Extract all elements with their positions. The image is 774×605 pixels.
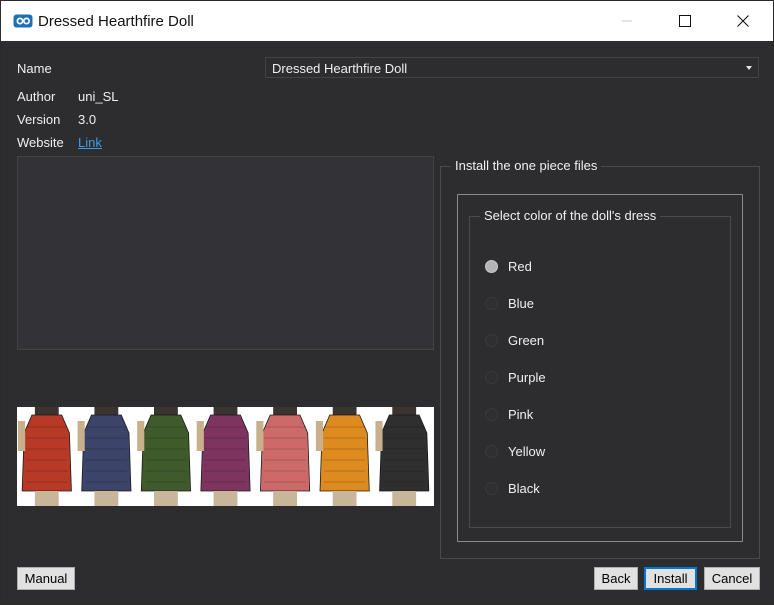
radio-label: Black (508, 480, 540, 496)
doll-dress-6 (315, 407, 370, 506)
radio-button-icon (485, 481, 498, 495)
radio-button-icon (485, 259, 498, 273)
color-group-title: Select color of the doll's dress (480, 208, 661, 223)
install-button[interactable]: Install (644, 567, 697, 590)
doll-dress-5 (256, 407, 311, 506)
radio-label: Yellow (508, 443, 546, 459)
radio-red[interactable]: Red (485, 257, 532, 275)
installer-content: Name Dressed Hearthfire Doll Author uni_… (1, 41, 773, 604)
doll-dress-7 (375, 407, 430, 506)
window-title: Dressed Hearthfire Doll (38, 13, 194, 30)
radio-button-icon (485, 333, 498, 347)
installer-window: Dressed Hearthfire Doll Name Dressed Hea… (0, 0, 774, 605)
radio-button-icon (485, 296, 498, 310)
doll-dress-1 (18, 407, 72, 506)
preview-image (17, 407, 434, 506)
back-button[interactable]: Back (594, 567, 638, 590)
doll-dress-2 (77, 407, 132, 506)
radio-label: Red (508, 258, 532, 274)
radio-purple[interactable]: Purple (485, 368, 546, 386)
doll-dress-preview (18, 407, 430, 506)
close-button[interactable] (714, 1, 772, 41)
minimize-icon (622, 20, 632, 22)
author-value: uni_SL (78, 89, 119, 104)
close-icon (737, 15, 749, 27)
doll-dress-4 (196, 407, 251, 506)
radio-label: Blue (508, 295, 535, 311)
radio-yellow[interactable]: Yellow (485, 442, 545, 460)
website-link[interactable]: Link (78, 135, 102, 150)
author-label: Author (17, 89, 56, 104)
name-label: Name (17, 61, 52, 76)
title-bar[interactable]: Dressed Hearthfire Doll (1, 1, 773, 41)
website-label: Website (17, 135, 64, 150)
chevron-down-icon (746, 66, 752, 70)
description-box (17, 156, 434, 350)
doll-dress-3 (137, 407, 191, 506)
radio-button-icon (485, 444, 498, 458)
radio-label: Green (508, 332, 545, 348)
install-group-title: Install the one piece files (451, 158, 602, 173)
radio-pink[interactable]: Pink (485, 405, 533, 423)
radio-green[interactable]: Green (485, 331, 544, 349)
radio-black[interactable]: Black (485, 479, 540, 497)
radio-button-icon (485, 407, 498, 421)
radio-label: Pink (508, 406, 534, 422)
mod-organizer-icon (13, 14, 33, 28)
name-dropdown[interactable]: Dressed Hearthfire Doll (265, 57, 759, 78)
name-dropdown-value: Dressed Hearthfire Doll (272, 61, 408, 76)
radio-label: Purple (508, 369, 546, 385)
maximize-icon (679, 15, 691, 27)
manual-button[interactable]: Manual (17, 567, 75, 590)
minimize-button[interactable] (598, 1, 656, 41)
version-value: 3.0 (78, 112, 97, 127)
radio-blue[interactable]: Blue (485, 294, 534, 312)
cancel-button[interactable]: Cancel (704, 567, 760, 590)
radio-button-icon (485, 370, 498, 384)
maximize-button[interactable] (656, 1, 714, 41)
version-label: Version (17, 112, 61, 127)
